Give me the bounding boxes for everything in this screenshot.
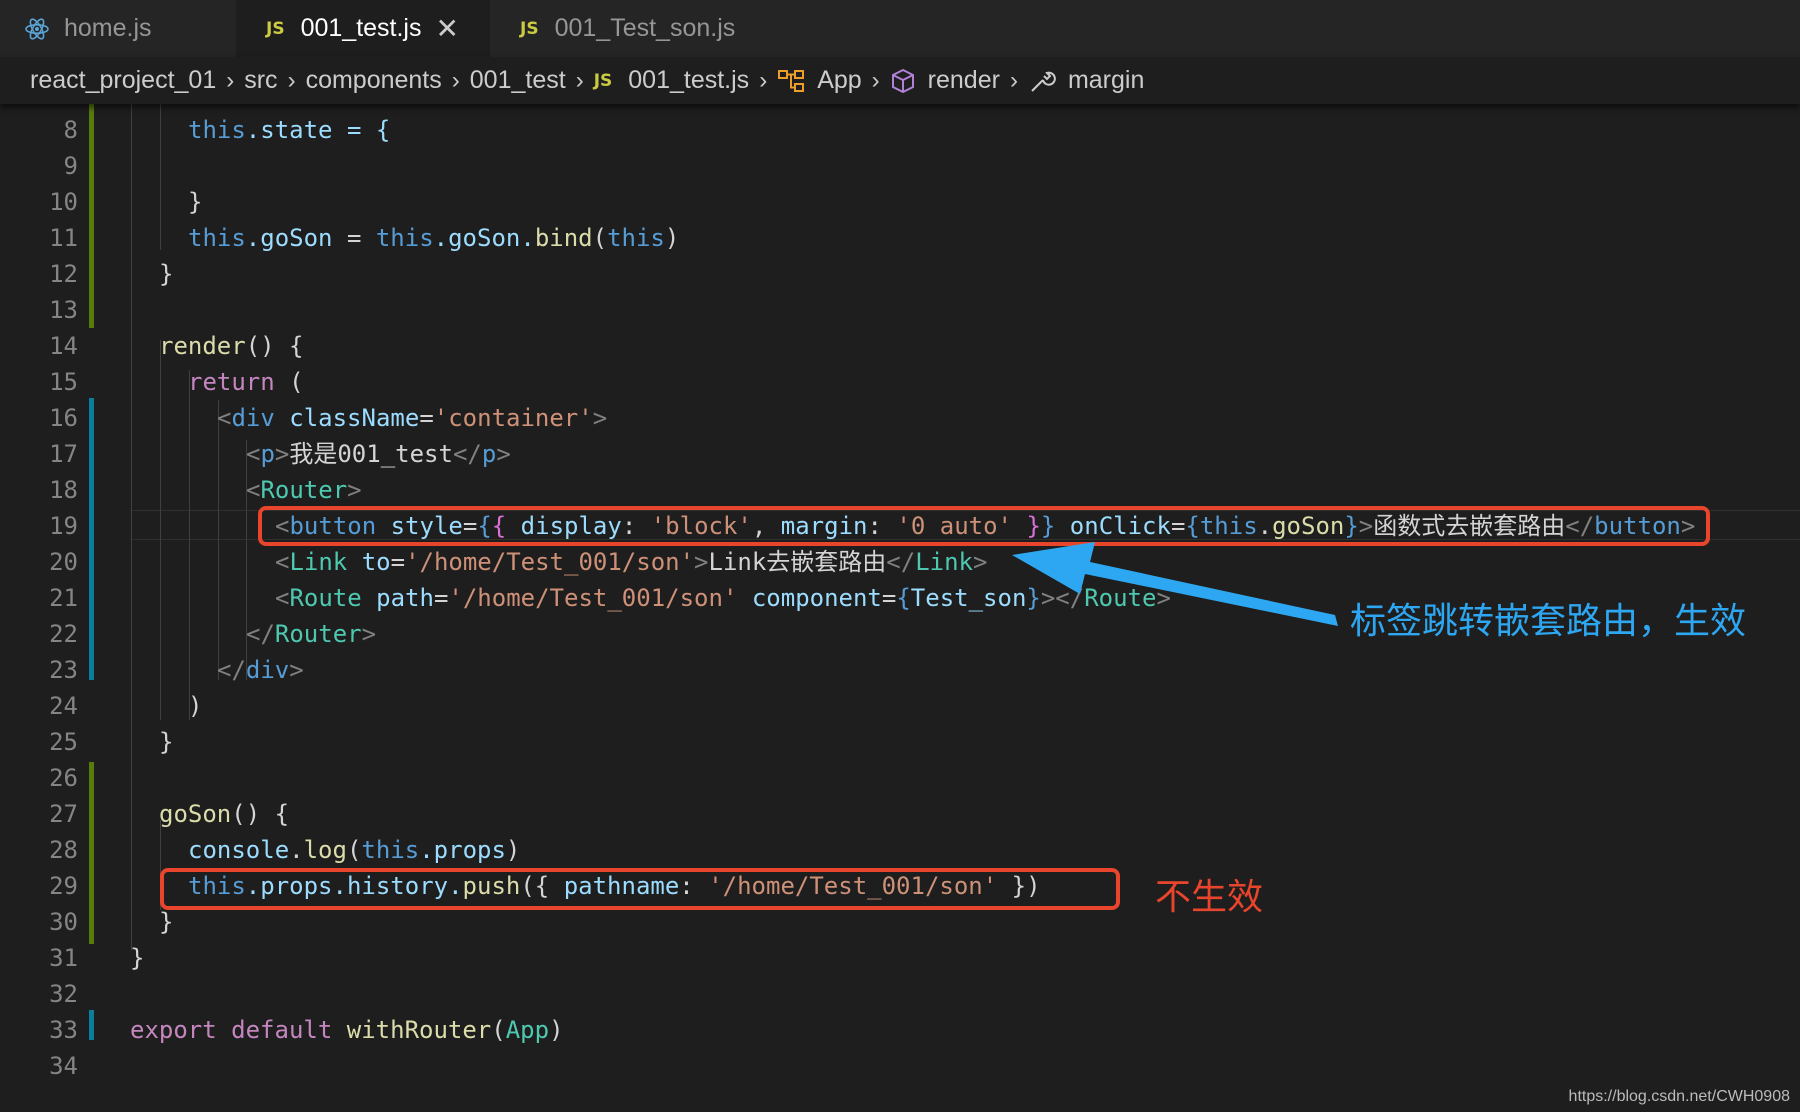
chevron-right-icon: › bbox=[759, 66, 768, 94]
breadcrumb-item[interactable]: 001_test bbox=[470, 66, 566, 95]
chevron-right-icon: › bbox=[1009, 66, 1018, 94]
chevron-right-icon: › bbox=[226, 66, 235, 94]
breadcrumb-item[interactable]: 001_test.js bbox=[628, 66, 749, 95]
breadcrumb-item[interactable]: App bbox=[817, 66, 861, 95]
chevron-right-icon: › bbox=[871, 66, 880, 94]
breadcrumb-item[interactable]: render bbox=[928, 66, 1000, 95]
breadcrumb-item[interactable]: src bbox=[244, 66, 277, 95]
chevron-right-icon: › bbox=[451, 66, 460, 94]
watermark: https://blog.csdn.net/CWH0908 bbox=[1568, 1088, 1790, 1105]
wrench-icon bbox=[1031, 71, 1056, 92]
chevron-right-icon: › bbox=[287, 66, 296, 94]
annotation-effective-label: 标签跳转嵌套路由，生效 bbox=[1350, 601, 1747, 642]
method-cube-icon bbox=[891, 68, 914, 93]
breadcrumb-item[interactable]: components bbox=[306, 66, 442, 95]
chevron-right-icon: › bbox=[575, 66, 584, 94]
annotation-not-effective-label: 不生效 bbox=[1155, 877, 1264, 918]
breadcrumb-item[interactable]: react_project_01 bbox=[30, 66, 216, 95]
class-icon bbox=[778, 69, 805, 92]
breadcrumb-item[interactable]: margin bbox=[1068, 66, 1144, 95]
js-icon: JS bbox=[593, 70, 613, 91]
annotation-arrow-icon bbox=[1012, 542, 1338, 626]
breadcrumb: react_project_01 › src › components › 00… bbox=[0, 57, 1800, 104]
